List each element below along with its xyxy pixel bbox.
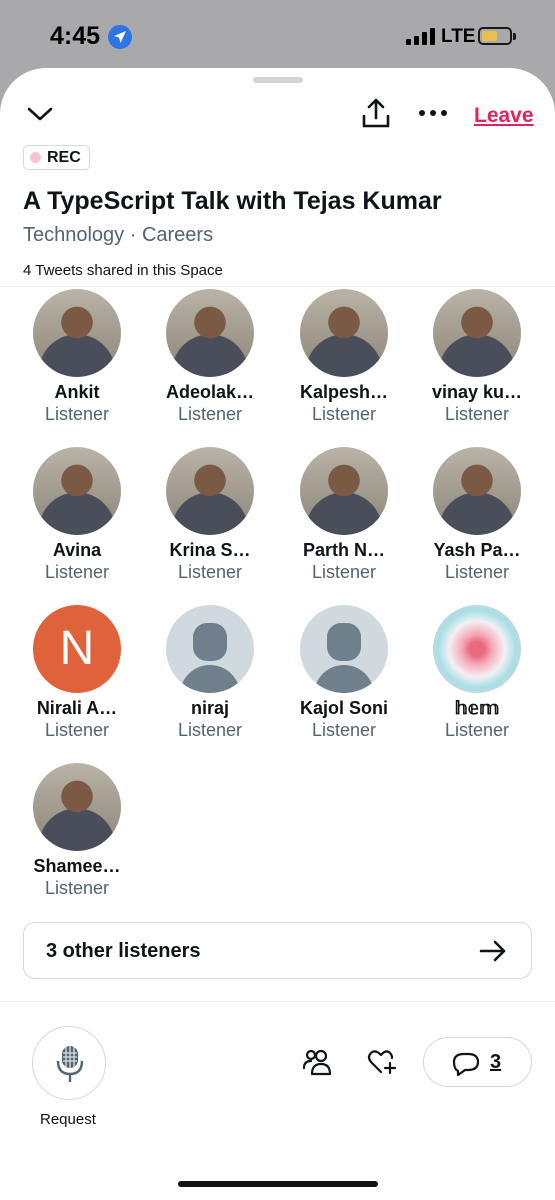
share-icon[interactable] [360, 96, 392, 130]
avatar [300, 289, 388, 377]
participant-name: Avina [52, 540, 102, 560]
comments-button[interactable]: 3 [423, 1037, 532, 1087]
participant-role: Listener [444, 720, 510, 740]
microphone-icon [56, 1046, 84, 1082]
people-icon[interactable] [302, 1048, 332, 1076]
divider [0, 286, 555, 287]
home-indicator[interactable] [178, 1181, 378, 1187]
participant-role: Listener [44, 404, 110, 424]
network-label: LTE [441, 26, 476, 47]
avatar [433, 605, 521, 693]
comments-count: 3 [490, 1051, 502, 1073]
tweets-shared-link[interactable]: 4 Tweets shared in this Space [23, 262, 223, 279]
participant-name: 𝕙𝕖𝕞 [454, 698, 500, 718]
participant-name: Parth N… [302, 540, 385, 560]
participant-role: Listener [311, 720, 377, 740]
avatar [166, 289, 254, 377]
participant-role: Listener [311, 404, 377, 424]
other-listeners-label: 3 other listeners [46, 940, 201, 962]
participant-name: vinay ku… [431, 382, 523, 402]
avatar [300, 447, 388, 535]
avatar [33, 763, 121, 851]
participant-name: Yash Pa… [433, 540, 521, 560]
participant-role: Listener [311, 562, 377, 582]
participant-role: Listener [177, 562, 243, 582]
participant[interactable]: Shamee… Listener [10, 763, 144, 899]
more-options-icon[interactable] [418, 106, 448, 118]
participant-name: niraj [190, 698, 229, 718]
participant[interactable]: Parth N… Listener [277, 447, 411, 583]
request-mic-button[interactable] [32, 1026, 106, 1100]
participant[interactable]: niraj Listener [143, 605, 277, 741]
participant-name: Shamee… [33, 856, 121, 876]
participant[interactable]: vinay ku… Listener [410, 289, 544, 425]
avatar [33, 447, 121, 535]
participant-role: Listener [44, 878, 110, 898]
participant[interactable]: Kalpesh… Listener [277, 289, 411, 425]
participant[interactable]: Avina Listener [10, 447, 144, 583]
divider [0, 1001, 555, 1002]
recording-badge: REC [23, 145, 90, 170]
recording-label: REC [47, 148, 81, 166]
recording-dot-icon [30, 152, 41, 163]
request-label: Request [40, 1111, 96, 1128]
participant[interactable]: Ankit Listener [10, 289, 144, 425]
participant-name: Krina S… [169, 540, 251, 560]
participant[interactable]: 𝕙𝕖𝕞 Listener [410, 605, 544, 741]
avatar [300, 605, 388, 693]
avatar [33, 289, 121, 377]
other-listeners-button[interactable]: 3 other listeners [23, 922, 532, 979]
space-sheet: Leave REC A TypeScript Talk with Tejas K… [0, 68, 555, 1200]
avatar: N [33, 605, 121, 693]
status-bar: 4:45 LTE [0, 0, 555, 70]
status-time: 4:45 [50, 22, 101, 50]
participant[interactable]: Kajol Soni Listener [277, 605, 411, 741]
participant-name: Adeolak… [165, 382, 255, 402]
comment-icon [452, 1052, 480, 1077]
battery-icon [478, 27, 516, 45]
participant-role: Listener [44, 720, 110, 740]
avatar [166, 605, 254, 693]
participant[interactable]: Yash Pa… Listener [410, 447, 544, 583]
participant[interactable]: Adeolak… Listener [143, 289, 277, 425]
sheet-grabber[interactable] [253, 77, 303, 83]
avatar [433, 289, 521, 377]
participant-name: Ankit [54, 382, 100, 402]
participant-role: Listener [177, 720, 243, 740]
participant-role: Listener [44, 562, 110, 582]
collapse-chevron-icon[interactable] [26, 102, 54, 126]
avatar [166, 447, 254, 535]
arrow-right-icon [479, 940, 507, 962]
participant-role: Listener [444, 404, 510, 424]
participant[interactable]: N Nirali A… Listener [10, 605, 144, 741]
heart-plus-icon[interactable] [367, 1048, 397, 1076]
participant[interactable]: Krina S… Listener [143, 447, 277, 583]
space-topics[interactable]: Technology · Careers [23, 224, 213, 247]
participant-name: Nirali A… [36, 698, 118, 718]
participant-name: Kalpesh… [299, 382, 389, 402]
cell-signal-icon [406, 27, 436, 45]
avatar [433, 447, 521, 535]
participant-name: Kajol Soni [299, 698, 388, 718]
participant-role: Listener [444, 562, 510, 582]
participant-role: Listener [177, 404, 243, 424]
location-arrow-icon [108, 25, 132, 49]
leave-button[interactable]: Leave [474, 104, 534, 128]
space-title: A TypeScript Talk with Tejas Kumar [23, 187, 442, 215]
